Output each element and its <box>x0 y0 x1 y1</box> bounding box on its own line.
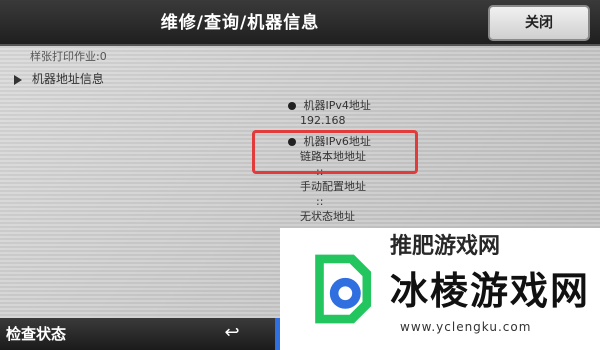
machine-address-section-toggle[interactable]: 机器地址信息 <box>14 70 104 87</box>
bullet-icon <box>288 138 296 146</box>
back-arrow-icon: ↩ <box>224 322 240 343</box>
page-title: 维修/查询/机器信息 <box>160 13 320 33</box>
close-button[interactable]: 关闭 <box>488 5 590 41</box>
bullet-icon <box>288 102 296 110</box>
manual-address-label: 手动配置地址 <box>300 180 366 193</box>
ipv6-label: 机器IPv6地址 <box>303 135 371 148</box>
header-bar: 维修/查询/机器信息 关闭 <box>0 0 600 46</box>
expand-triangle-icon <box>14 74 22 85</box>
check-status-button[interactable]: 检查状态 <box>0 318 120 350</box>
link-local-value: :: <box>316 165 324 178</box>
manual-address-value: :: <box>316 195 324 208</box>
stateless-address-label: 无状态地址 <box>300 210 355 223</box>
promo-url[interactable]: www.yclengku.com <box>400 320 531 334</box>
promo-overlay: 推肥游戏网 冰棱游戏网 www.yclengku.com <box>280 228 600 350</box>
game-logo-icon <box>315 254 372 324</box>
ipv4-value: 192.168 <box>300 114 346 127</box>
section-label: 机器地址信息 <box>31 72 104 86</box>
promo-title: 冰棱游戏网 <box>390 269 591 313</box>
promo-top-text: 推肥游戏网 <box>390 234 501 259</box>
ipv4-label: 机器IPv4地址 <box>303 99 371 112</box>
ipv4-block: 机器IPv4地址 192.168 <box>288 98 371 128</box>
back-button[interactable]: ↩ <box>210 322 254 346</box>
link-local-label: 链路本地地址 <box>300 150 366 163</box>
sample-print-count: 样张打印作业:0 <box>30 50 107 63</box>
